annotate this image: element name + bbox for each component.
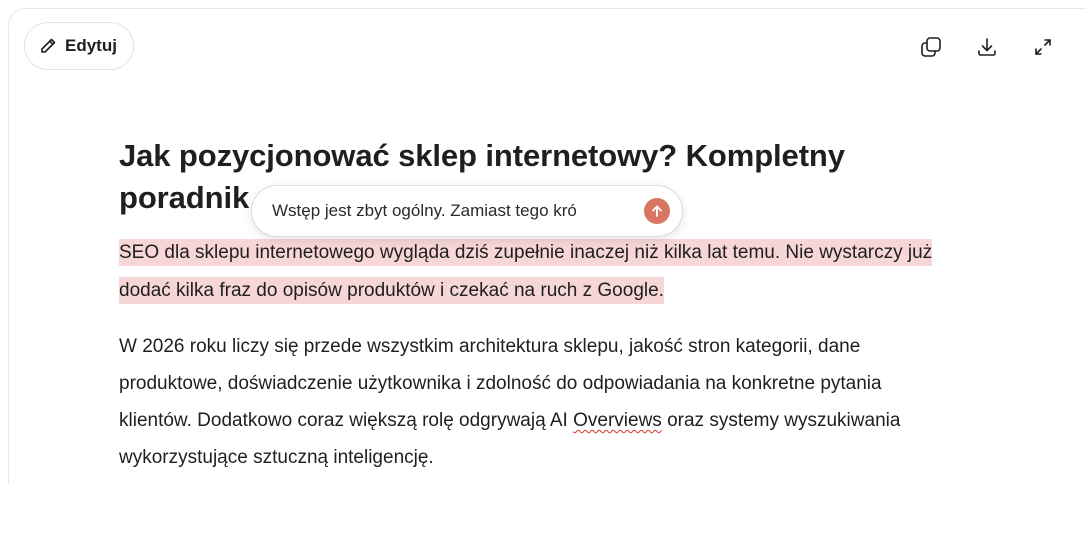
expand-icon[interactable]	[1029, 33, 1057, 61]
arrow-up-icon	[652, 205, 662, 217]
intro-paragraph-block[interactable]: SEO dla sklepu internetowego wygląda dzi…	[119, 234, 949, 310]
pencil-icon	[39, 37, 57, 55]
body-paragraph: W 2026 roku liczy się przede wszystkim a…	[119, 328, 949, 476]
copy-icon[interactable]	[917, 33, 945, 61]
misspelled-word[interactable]: Overviews	[573, 410, 662, 431]
edit-button[interactable]: Edytuj	[24, 22, 134, 70]
download-icon[interactable]	[973, 33, 1001, 61]
inline-comment-popup: Wstęp jest zbyt ogólny. Zamiast tego kró	[251, 185, 683, 237]
edit-label: Edytuj	[65, 36, 117, 55]
send-comment-button[interactable]	[644, 198, 670, 224]
document-card: Edytuj Jak pozycjonować sklep internetow…	[8, 8, 1086, 484]
highlighted-intro-paragraph[interactable]: SEO dla sklepu internetowego wygląda dzi…	[119, 239, 933, 304]
comment-input[interactable]: Wstęp jest zbyt ogólny. Zamiast tego kró	[272, 201, 644, 221]
